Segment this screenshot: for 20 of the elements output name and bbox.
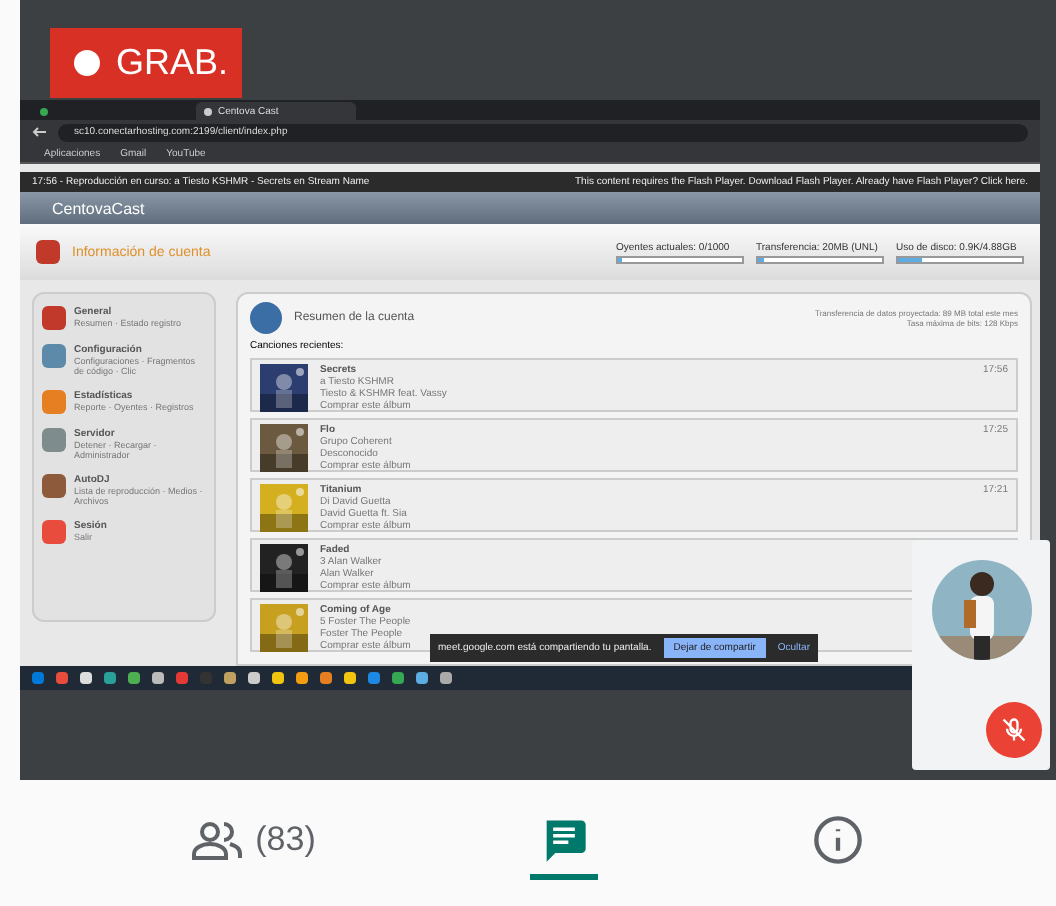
- recording-label: GRAB.: [116, 42, 229, 84]
- app-icon[interactable]: [224, 672, 236, 684]
- app-icon[interactable]: [80, 672, 92, 684]
- mic-off-icon[interactable]: [986, 702, 1042, 758]
- app-icon[interactable]: [248, 672, 260, 684]
- app-icon[interactable]: [320, 672, 332, 684]
- app-icon[interactable]: [296, 672, 308, 684]
- back-icon[interactable]: [32, 126, 46, 138]
- app-icon[interactable]: [104, 672, 116, 684]
- people-icon: [191, 820, 244, 860]
- app-icon[interactable]: [152, 672, 164, 684]
- app-icon[interactable]: [416, 672, 428, 684]
- record-icon: [74, 50, 100, 76]
- app-icon[interactable]: [128, 672, 140, 684]
- logo: CentovaCast: [52, 199, 145, 217]
- people-tab[interactable]: (83): [183, 812, 324, 874]
- app-icon[interactable]: [272, 672, 284, 684]
- app-icon[interactable]: [392, 672, 404, 684]
- app-icon[interactable]: [440, 672, 452, 684]
- app-icon[interactable]: [344, 672, 356, 684]
